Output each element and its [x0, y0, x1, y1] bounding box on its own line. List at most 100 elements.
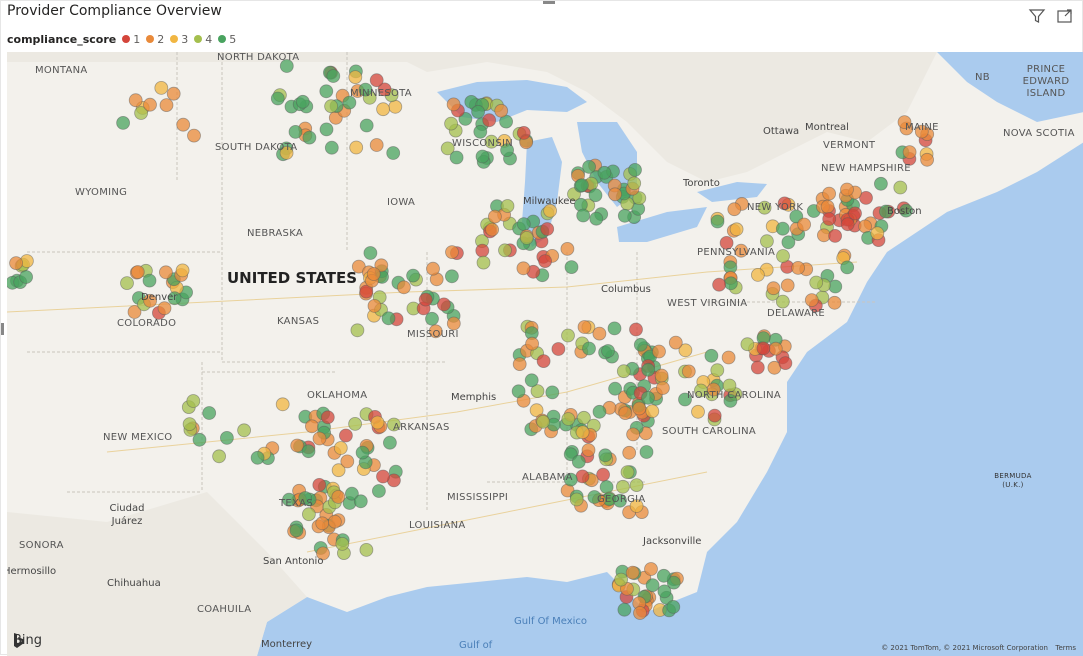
- legend-item-1[interactable]: 1: [122, 33, 140, 46]
- provider-marker[interactable]: [627, 176, 642, 191]
- provider-marker[interactable]: [475, 149, 490, 164]
- provider-marker[interactable]: [130, 265, 145, 279]
- provider-marker[interactable]: [426, 261, 440, 276]
- provider-marker[interactable]: [516, 217, 531, 232]
- provider-marker[interactable]: [176, 117, 191, 132]
- provider-marker[interactable]: [626, 427, 640, 442]
- provider-marker[interactable]: [425, 311, 439, 326]
- provider-marker[interactable]: [775, 294, 790, 309]
- provider-marker[interactable]: [359, 542, 374, 557]
- provider-marker[interactable]: [386, 146, 401, 160]
- provider-marker[interactable]: [381, 311, 396, 326]
- provider-marker[interactable]: [304, 419, 319, 434]
- provider-marker[interactable]: [295, 94, 310, 109]
- provider-marker[interactable]: [348, 70, 363, 85]
- provider-marker[interactable]: [569, 492, 584, 507]
- provider-marker[interactable]: [540, 222, 555, 236]
- provider-marker[interactable]: [192, 432, 207, 447]
- provider-marker[interactable]: [617, 602, 632, 617]
- provider-marker[interactable]: [320, 410, 335, 425]
- provider-marker[interactable]: [406, 268, 421, 283]
- provider-marker[interactable]: [614, 572, 628, 587]
- provider-marker[interactable]: [9, 256, 24, 271]
- provider-marker[interactable]: [740, 337, 755, 352]
- provider-marker[interactable]: [618, 406, 633, 421]
- provider-marker[interactable]: [324, 99, 339, 114]
- provider-marker[interactable]: [828, 279, 843, 294]
- provider-marker[interactable]: [312, 477, 327, 492]
- provider-marker[interactable]: [592, 326, 607, 341]
- provider-marker[interactable]: [577, 320, 592, 334]
- provider-marker[interactable]: [327, 514, 342, 529]
- provider-marker[interactable]: [446, 97, 461, 112]
- provider-marker[interactable]: [575, 469, 590, 484]
- provider-marker[interactable]: [622, 445, 637, 460]
- provider-marker[interactable]: [601, 344, 615, 358]
- provider-marker[interactable]: [874, 176, 888, 191]
- provider-marker[interactable]: [608, 381, 622, 396]
- provider-marker[interactable]: [212, 449, 227, 464]
- provider-marker[interactable]: [348, 416, 363, 431]
- provider-marker[interactable]: [750, 360, 765, 375]
- provider-marker[interactable]: [326, 69, 341, 83]
- provider-marker[interactable]: [175, 263, 190, 278]
- provider-marker[interactable]: [710, 214, 725, 229]
- provider-marker[interactable]: [186, 394, 201, 408]
- provider-marker[interactable]: [791, 260, 805, 275]
- provider-marker[interactable]: [516, 126, 531, 140]
- provider-marker[interactable]: [616, 364, 631, 379]
- resize-handle-top[interactable]: [543, 1, 555, 4]
- provider-marker[interactable]: [120, 276, 134, 291]
- provider-marker[interactable]: [353, 494, 368, 509]
- provider-marker[interactable]: [588, 188, 603, 203]
- provider-marker[interactable]: [301, 444, 316, 459]
- legend-item-5[interactable]: 5: [218, 33, 236, 46]
- provider-marker[interactable]: [760, 234, 774, 249]
- provider-marker[interactable]: [350, 323, 365, 338]
- provider-marker[interactable]: [396, 280, 411, 295]
- provider-marker[interactable]: [656, 381, 670, 395]
- provider-marker[interactable]: [766, 281, 781, 296]
- provider-marker[interactable]: [250, 450, 265, 465]
- provider-marker[interactable]: [589, 211, 604, 226]
- provider-marker[interactable]: [768, 341, 783, 356]
- provider-marker[interactable]: [681, 364, 696, 379]
- provider-marker[interactable]: [363, 246, 378, 260]
- provider-marker[interactable]: [840, 217, 855, 232]
- filter-icon[interactable]: [1028, 7, 1046, 25]
- provider-marker[interactable]: [707, 408, 722, 423]
- provider-marker[interactable]: [633, 606, 647, 620]
- provider-marker[interactable]: [524, 373, 539, 388]
- provider-marker[interactable]: [158, 265, 173, 280]
- provider-marker[interactable]: [538, 254, 552, 269]
- provider-marker[interactable]: [592, 404, 607, 419]
- provider-marker[interactable]: [536, 354, 551, 369]
- provider-marker[interactable]: [382, 435, 397, 450]
- provider-marker[interactable]: [582, 341, 596, 356]
- provider-marker[interactable]: [822, 186, 836, 201]
- provider-marker[interactable]: [582, 160, 596, 174]
- provider-marker[interactable]: [338, 428, 353, 443]
- provider-marker[interactable]: [355, 445, 370, 460]
- provider-marker[interactable]: [388, 99, 403, 114]
- provider-marker[interactable]: [333, 441, 348, 455]
- provider-marker[interactable]: [335, 536, 350, 551]
- provider-marker[interactable]: [143, 97, 157, 112]
- legend-item-2[interactable]: 2: [146, 33, 164, 46]
- provider-marker[interactable]: [721, 350, 736, 365]
- provider-marker[interactable]: [575, 425, 590, 440]
- provider-marker[interactable]: [571, 454, 586, 469]
- provider-marker[interactable]: [370, 415, 385, 430]
- provider-marker[interactable]: [804, 293, 819, 308]
- legend-item-4[interactable]: 4: [194, 33, 212, 46]
- provider-marker[interactable]: [340, 454, 355, 469]
- provider-marker[interactable]: [632, 401, 647, 416]
- provider-marker[interactable]: [315, 516, 330, 531]
- provider-marker[interactable]: [359, 118, 374, 133]
- provider-marker[interactable]: [827, 295, 842, 310]
- provider-marker[interactable]: [822, 212, 837, 226]
- provider-marker[interactable]: [182, 417, 197, 432]
- provider-marker[interactable]: [828, 228, 842, 243]
- provider-marker[interactable]: [625, 565, 640, 580]
- provider-marker[interactable]: [444, 269, 459, 284]
